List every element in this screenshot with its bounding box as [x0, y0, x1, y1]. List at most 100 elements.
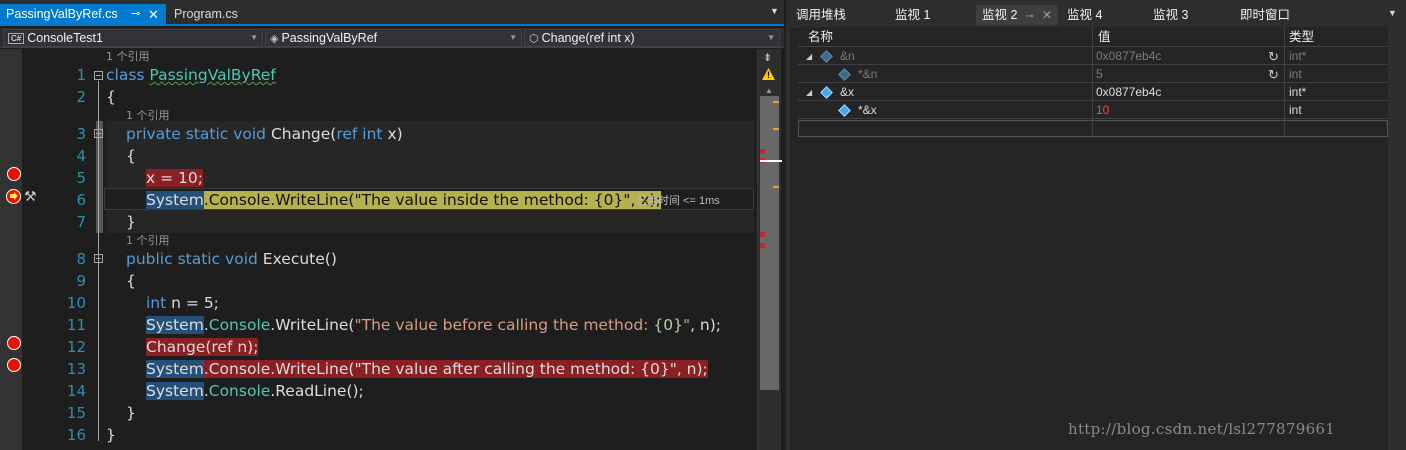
project-dropdown[interactable]: C# ConsoleTest1 ▼ [3, 29, 263, 47]
watch-value[interactable]: 10 [1096, 102, 1109, 119]
watch-value[interactable]: 0x0877eb4c [1096, 84, 1161, 101]
code-line-13[interactable]: System.Console.WriteLine("The value afte… [146, 358, 708, 380]
code-line-14[interactable]: System.Console.ReadLine(); [146, 380, 364, 402]
column-header-name[interactable]: 名称 [808, 27, 833, 47]
scroll-up-icon[interactable]: ▲ [765, 86, 773, 95]
tab-program[interactable]: Program.cs [168, 4, 268, 25]
csharp-project-icon: C# [8, 33, 25, 44]
member-label: Change(ref int x) [541, 31, 635, 45]
watch-value[interactable]: 0x0877eb4c [1096, 48, 1161, 65]
code-line-1[interactable]: class PassingValByRef [106, 64, 276, 86]
code-area[interactable]: ⚒ 1 2 3 4 5 6 7 8 9 10 11 12 13 14 15 16… [0, 49, 757, 450]
code-line-16[interactable]: } [106, 424, 116, 446]
variable-icon [820, 86, 833, 99]
close-icon[interactable]: ✕ [148, 4, 159, 25]
class-dropdown[interactable]: ◈ PassingValByRef ▼ [265, 29, 522, 47]
watch-value[interactable]: 5 [1096, 66, 1103, 83]
code-line-8[interactable]: public static void Execute() [126, 248, 337, 270]
tab-watch-4[interactable]: 监视 4 [1067, 5, 1102, 25]
breakpoint-icon[interactable] [7, 358, 21, 372]
watch-name[interactable]: *&n [858, 66, 877, 83]
tab-overflow-dropdown-icon[interactable]: ▼ [1388, 8, 1397, 18]
line-number: 6 [76, 191, 86, 209]
tab-watch-1[interactable]: 监视 1 [895, 5, 930, 25]
change-marker [773, 128, 779, 130]
member-dropdown[interactable]: ⬡ Change(ref int x) ▼ [524, 29, 780, 47]
refresh-icon[interactable]: ↻ [1268, 66, 1279, 83]
watch-type: int* [1289, 49, 1307, 63]
code-line-11[interactable]: System.Console.WriteLine("The value befo… [146, 314, 721, 336]
split-window-icon[interactable]: ⇟ [763, 51, 772, 64]
tab-overflow-dropdown-icon[interactable]: ▼ [770, 6, 779, 16]
tab-passingvalbyref[interactable]: PassingValByRef.cs ⊸ ✕ [0, 4, 166, 25]
variable-icon [820, 50, 833, 63]
code-line-15[interactable]: } [126, 402, 136, 424]
tab-immediate-window[interactable]: 即时窗口 [1240, 5, 1290, 25]
watch-row[interactable]: ◢ &x 0x0877eb4c int* [798, 84, 1388, 101]
chevron-down-icon: ▼ [767, 33, 775, 42]
tab-label: Program.cs [174, 7, 238, 21]
line-number: 8 [76, 250, 86, 268]
navigation-bar: C# ConsoleTest1 ▼ ◈ PassingValByRef ▼ ⬡ Cha… [0, 28, 784, 48]
watch-name[interactable]: *&x [858, 102, 877, 119]
variable-icon [838, 104, 851, 117]
code-line-10[interactable]: int n = 5; [146, 292, 219, 314]
tool-window-tab-strip: 调用堆栈 监视 1 监视 2 ⊸ ✕ 监视 4 监视 3 即时窗口 ▼ [790, 0, 1406, 28]
code-line-9[interactable]: { [126, 270, 136, 292]
watch-name[interactable]: &x [840, 84, 854, 101]
watch-row[interactable]: *&n 5 ↻ int [798, 66, 1388, 83]
pin-icon[interactable]: ⊸ [1025, 11, 1033, 22]
pin-icon[interactable]: ⊸ [131, 4, 140, 25]
line-number: 13 [66, 360, 86, 378]
breakpoint-icon[interactable] [7, 336, 21, 350]
watch-grid[interactable]: 名称 值 类型 ◢ &n 0x0877eb4c ↻ int* *&n 5 ↻ i… [798, 27, 1388, 450]
code-line-7[interactable]: } [126, 211, 136, 233]
watch-type: int [1289, 67, 1302, 81]
column-header-type[interactable]: 类型 [1289, 27, 1314, 47]
caret-position-marker [760, 160, 782, 162]
line-number: 1 [76, 66, 86, 84]
tab-watch-2[interactable]: 监视 2 ⊸ ✕ [976, 5, 1058, 25]
codelens-references[interactable]: 1 个引用 [106, 50, 150, 64]
breakpoint-marker [760, 243, 765, 248]
codelens-references[interactable]: 1 个引用 [126, 109, 170, 123]
watch-new-item-row[interactable] [798, 120, 1388, 137]
code-line-4[interactable]: { [126, 145, 136, 167]
change-marker [773, 186, 779, 188]
perf-tip-elapsed[interactable]: 已用时间 <= 1ms [636, 192, 720, 208]
codelens-references[interactable]: 1 个引用 [126, 234, 170, 248]
watch-name[interactable]: &n [840, 48, 855, 65]
collapse-arrow-icon[interactable]: ◢ [806, 84, 812, 101]
watch-window[interactable]: 调用堆栈 监视 1 监视 2 ⊸ ✕ 监视 4 监视 3 即时窗口 ▼ 名称 值 类… [786, 0, 1406, 450]
breakpoint-icon[interactable] [7, 167, 21, 181]
column-header-value[interactable]: 值 [1098, 27, 1111, 47]
watermark-url: http://blog.csdn.net/lsl277879661 [1068, 420, 1336, 438]
collapse-icon[interactable] [94, 71, 103, 80]
current-statement-breakpoint-icon[interactable] [6, 189, 21, 204]
project-label: ConsoleTest1 [27, 31, 103, 45]
code-line-2[interactable]: { [106, 86, 116, 108]
watch-row[interactable]: ◢ &n 0x0877eb4c ↻ int* [798, 48, 1388, 65]
watch-row[interactable]: *&x 10 int [798, 102, 1388, 119]
breakpoint-margin[interactable] [0, 49, 22, 450]
close-icon[interactable]: ✕ [1042, 8, 1052, 22]
line-number: 4 [76, 147, 86, 165]
tab-call-stack[interactable]: 调用堆栈 [796, 5, 846, 25]
code-line-3[interactable]: private static void Change(ref int x) [126, 123, 403, 145]
warning-mark: ! [767, 70, 770, 80]
refresh-icon[interactable]: ↻ [1268, 48, 1279, 65]
code-line-6-current[interactable]: System.Console.WriteLine("The value insi… [146, 189, 661, 211]
code-editor[interactable]: PassingValByRef.cs ⊸ ✕ Program.cs ▼ C# Co… [0, 0, 784, 450]
watch-vertical-scrollbar[interactable] [1388, 27, 1406, 450]
line-number: 7 [76, 213, 86, 231]
line-number: 9 [76, 272, 86, 290]
tab-label: PassingValByRef.cs [6, 7, 118, 21]
tab-watch-3[interactable]: 监视 3 [1153, 5, 1188, 25]
collapse-icon[interactable] [94, 254, 103, 263]
code-line-12[interactable]: Change(ref n); [146, 336, 259, 358]
method-icon: ⬡ [529, 33, 539, 45]
line-number: 15 [66, 404, 86, 422]
breakpoint-marker [760, 149, 765, 154]
collapse-arrow-icon[interactable]: ◢ [806, 48, 812, 65]
code-line-5[interactable]: x = 10; [146, 167, 203, 189]
